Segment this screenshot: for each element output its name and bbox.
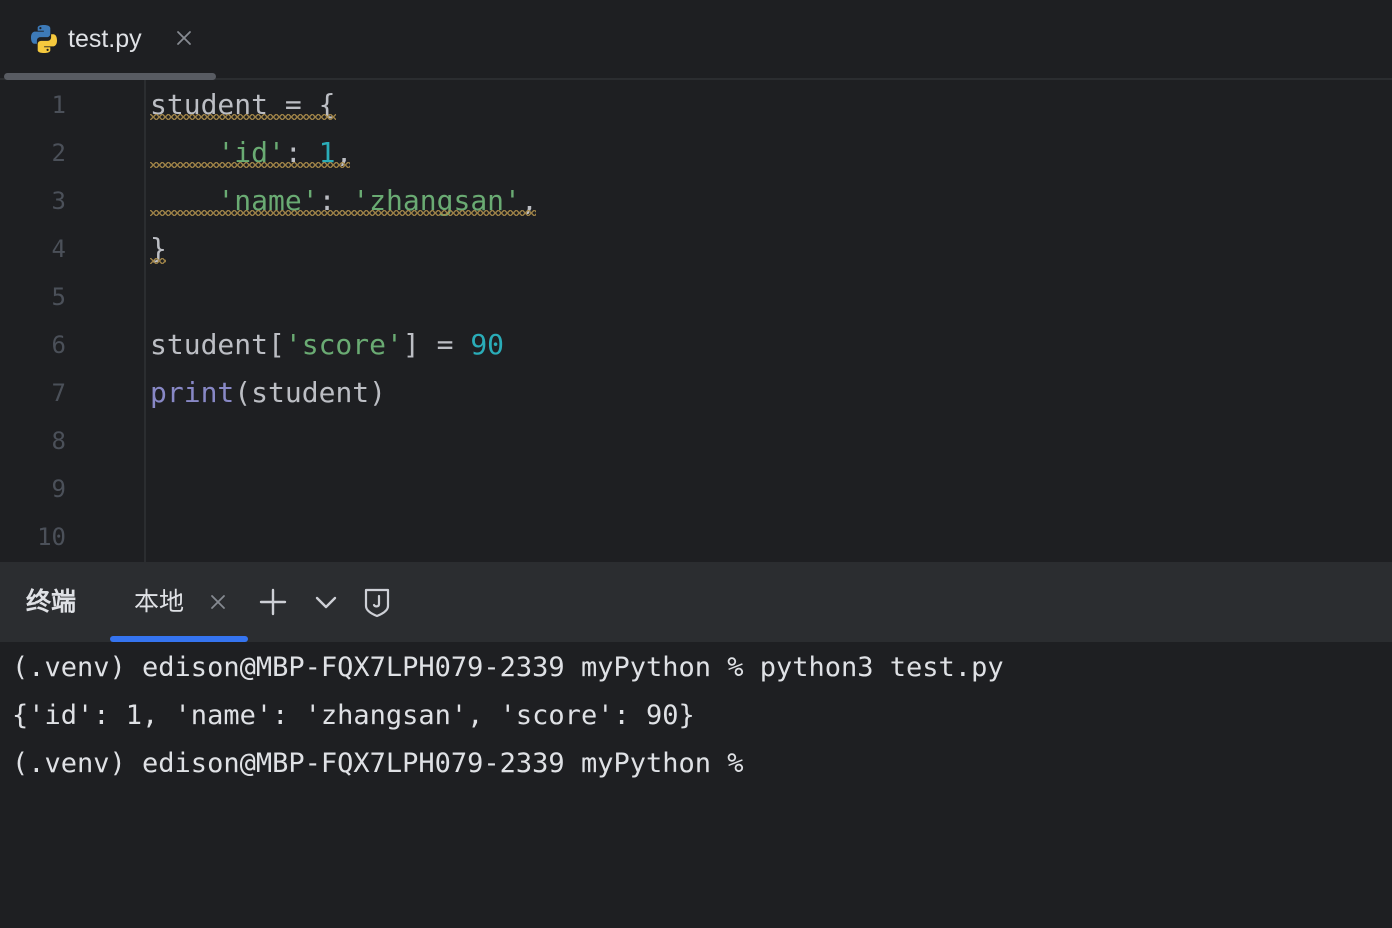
- code-token-plain: student[: [150, 328, 285, 361]
- tab-local-terminal[interactable]: 本地: [110, 562, 248, 642]
- line-number: 6: [51, 331, 66, 359]
- code-line: student = {: [150, 81, 335, 129]
- warning-squiggle: [150, 162, 350, 168]
- code-line: print(student): [150, 369, 386, 417]
- line-number: 1: [51, 91, 66, 119]
- tab-title: test.py: [68, 25, 142, 53]
- python-icon: [31, 25, 58, 53]
- code-token-fn: print: [150, 376, 235, 409]
- line-number: 2: [51, 139, 66, 167]
- chevron-down-icon[interactable]: [310, 586, 342, 618]
- plus-icon[interactable]: [257, 586, 289, 618]
- close-icon[interactable]: [206, 590, 230, 614]
- code-token-plain: ] =: [402, 328, 471, 361]
- close-icon-glyph: [211, 595, 225, 609]
- terminal-panel-title: 终端: [26, 587, 77, 616]
- terminal-toolbar: 终端 本地: [0, 562, 1392, 642]
- warning-squiggle: [150, 210, 536, 216]
- code-token-str: 'score': [284, 328, 403, 361]
- active-tab-indicator: [4, 73, 216, 80]
- terminal-tab-label: 本地: [134, 587, 185, 616]
- terminal-line: (.venv) edison@MBP-FQX7LPH079-2339 myPyt…: [12, 652, 1004, 683]
- terminal-prompt-line: (.venv) edison@MBP-FQX7LPH079-2339 myPyt…: [12, 748, 760, 779]
- code-line: }: [150, 225, 167, 273]
- gutter-divider: [144, 80, 146, 562]
- line-number: 7: [51, 379, 66, 407]
- code-line: 'name': 'zhangsan',: [150, 177, 537, 225]
- line-number: 10: [37, 523, 66, 551]
- warning-squiggle: [150, 114, 336, 120]
- terminal-output[interactable]: (.venv) edison@MBP-FQX7LPH079-2339 myPyt…: [0, 642, 1392, 928]
- close-icon-glyph: [177, 31, 191, 45]
- warning-squiggle: [150, 258, 166, 264]
- code-line: 'id': 1,: [150, 129, 352, 177]
- code-editor[interactable]: 1 2 3 4 5 6 7 8 9 10 student = { 'id': 1, 'name':…: [0, 80, 1392, 562]
- editor-tab-bar: test.py: [0, 0, 1392, 80]
- code-line: student['score'] = 90: [150, 321, 504, 369]
- close-icon[interactable]: [172, 26, 196, 50]
- tab-test-py[interactable]: test.py: [2, 0, 216, 80]
- line-number: 5: [51, 283, 66, 311]
- line-number: 9: [51, 475, 66, 503]
- code-token-plain: (student): [234, 376, 387, 409]
- terminal-line: {'id': 1, 'name': 'zhangsan', 'score': 9…: [12, 700, 695, 731]
- line-number: 3: [51, 187, 66, 215]
- line-number: 8: [51, 427, 66, 455]
- line-number-gutter: 1 2 3 4 5 6 7 8 9 10: [0, 80, 144, 562]
- line-number: 4: [51, 235, 66, 263]
- code-token-num: 90: [470, 328, 505, 361]
- shield-icon[interactable]: [361, 586, 393, 618]
